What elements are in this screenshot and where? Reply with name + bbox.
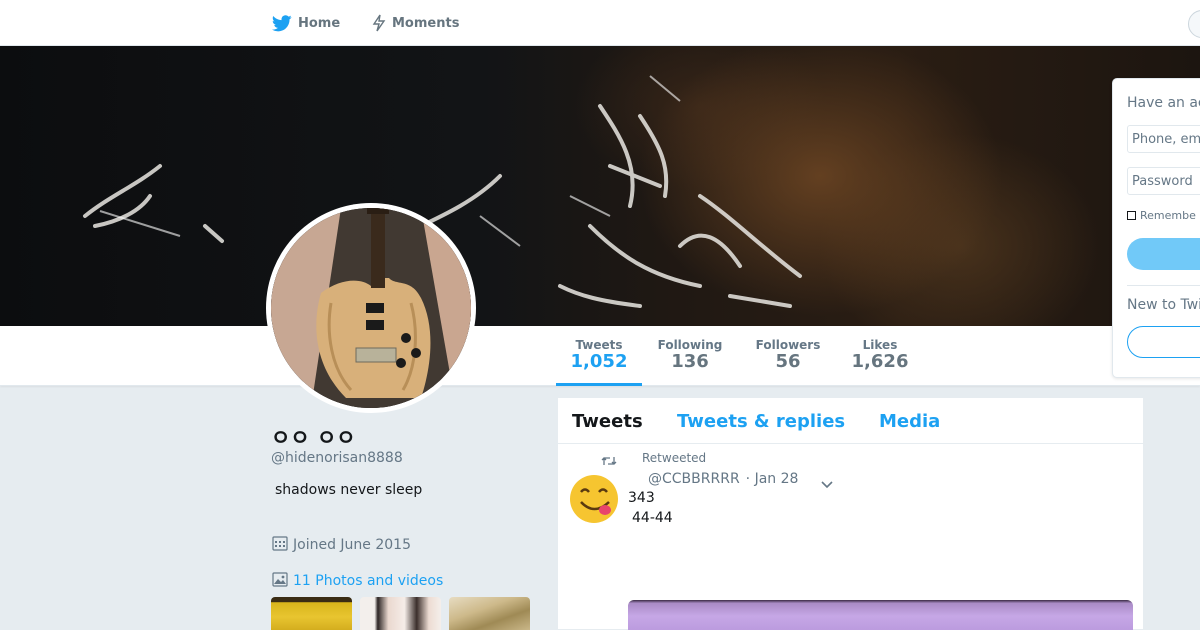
nav-home[interactable]: Home: [272, 0, 340, 46]
tweet-media-image[interactable]: [628, 600, 1133, 630]
stat-tweets-label: Tweets: [575, 338, 623, 352]
photos-videos-label: 11 Photos and videos: [293, 573, 444, 589]
stat-followers[interactable]: Followers 56: [750, 326, 826, 386]
account-menu-button[interactable]: [1188, 10, 1200, 38]
tweet-text-line1: 343: [628, 490, 655, 506]
login-button[interactable]: [1127, 238, 1200, 270]
photos-videos-link[interactable]: 11 Photos and videos: [271, 570, 443, 592]
chevron-down-icon[interactable]: [820, 474, 834, 493]
stat-tweets[interactable]: Tweets 1,052: [556, 326, 642, 386]
photo-icon: [271, 570, 289, 592]
nav-moments[interactable]: Moments: [372, 0, 459, 46]
stat-likes-label: Likes: [862, 338, 898, 352]
tab-tweets[interactable]: Tweets: [572, 411, 643, 432]
tweet-username[interactable]: @CCBBRRRR: [648, 471, 740, 487]
signup-button[interactable]: [1127, 326, 1200, 358]
lightning-icon: [372, 14, 386, 32]
calendar-icon: [271, 534, 289, 556]
timeline: Tweets Tweets & replies Media Retweeted …: [557, 397, 1145, 630]
divider: [1127, 285, 1200, 286]
tweet-text-line2: 44-44: [632, 510, 673, 526]
stat-following-label: Following: [657, 338, 723, 352]
nav-moments-label: Moments: [392, 15, 460, 31]
remember-me[interactable]: Remembe: [1127, 209, 1196, 222]
profile-handle[interactable]: @hidenorisan8888: [271, 450, 403, 466]
profile-joined: Joined June 2015: [271, 534, 411, 556]
login-title: Have an ac: [1127, 95, 1200, 111]
retweet-label: Retweeted: [642, 451, 707, 465]
tweet-meta: @CCBBRRRR · Jan 28: [648, 471, 798, 487]
tweet-date[interactable]: · Jan 28: [746, 471, 799, 487]
tweet-avatar[interactable]: [569, 474, 619, 524]
profile-bio: shadows never sleep: [275, 482, 423, 498]
stat-followers-label: Followers: [755, 338, 821, 352]
stat-likes-value: 1,626: [851, 351, 909, 372]
nav-home-label: Home: [298, 15, 341, 31]
stat-likes[interactable]: Likes 1,626: [846, 326, 914, 386]
joined-text: Joined June 2015: [293, 537, 411, 553]
profile-name[interactable]: ㅇㅇ ㅇㅇ: [271, 422, 356, 452]
phone-email-input[interactable]: [1127, 125, 1200, 153]
tab-media[interactable]: Media: [879, 411, 940, 432]
media-thumbnail[interactable]: [271, 597, 352, 630]
remember-checkbox[interactable]: [1127, 211, 1136, 220]
twitter-bird-icon: [272, 14, 292, 32]
login-panel: Have an ac Remembe New to Twi: [1112, 78, 1200, 378]
stat-following[interactable]: Following 136: [650, 326, 730, 386]
retweet-icon: [601, 452, 617, 471]
top-nav: Home Moments: [0, 0, 1200, 46]
new-to-twitter-label: New to Twi: [1127, 297, 1200, 313]
tab-tweets-replies[interactable]: Tweets & replies: [677, 411, 845, 432]
profile-avatar[interactable]: [266, 203, 476, 413]
stat-followers-value: 56: [775, 351, 801, 372]
media-thumbnail[interactable]: [360, 597, 441, 630]
remember-label: Remembe: [1140, 209, 1196, 222]
stat-following-value: 136: [671, 351, 709, 372]
stat-tweets-value: 1,052: [570, 351, 628, 372]
media-thumbnail[interactable]: [449, 597, 530, 630]
profile-stats-bar: Tweets 1,052 Following 136 Followers 56 …: [0, 326, 1200, 386]
avatar-image: [271, 208, 471, 408]
profile-banner: [0, 46, 1200, 326]
timeline-tabs: Tweets Tweets & replies Media: [558, 398, 1145, 444]
password-input[interactable]: [1127, 167, 1200, 195]
